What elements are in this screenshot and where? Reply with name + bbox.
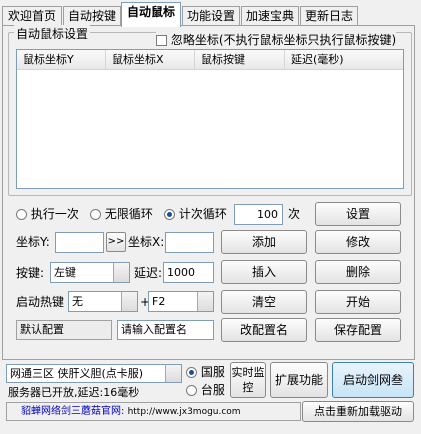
loop-count-input[interactable]: 100 <box>234 204 283 225</box>
loop-once-label: 执行一次 <box>30 207 79 221</box>
loop-once-radio[interactable] <box>16 209 27 220</box>
tab-function-settings[interactable]: 功能设置 <box>182 6 240 26</box>
ignore-coords-checkbox[interactable] <box>156 35 167 46</box>
server-select-value: 网通三区 侠肝义胆(点卡服) <box>10 367 144 380</box>
start-button[interactable]: 开始 <box>315 290 401 314</box>
col-header-x[interactable]: 鼠标坐标X <box>106 50 195 69</box>
hotkey-label: 启动热键 <box>16 295 65 309</box>
group-title: 自动鼠标设置 <box>14 25 91 42</box>
region-tw-radio[interactable] <box>186 385 197 396</box>
col-header-y[interactable]: 鼠标坐标Y <box>17 50 106 69</box>
loop-count-option[interactable]: 计次循环 <box>164 207 227 221</box>
key-select[interactable]: 左键 <box>50 262 130 283</box>
add-button[interactable]: 添加 <box>221 230 307 254</box>
dropdown-arrow-icon[interactable] <box>121 292 137 311</box>
coord-y-label: 坐标Y: <box>16 235 50 249</box>
tab-update-log[interactable]: 更新日志 <box>300 6 358 26</box>
hotkey-modifier-select[interactable]: 无 <box>68 291 138 312</box>
pick-coord-button[interactable]: >> <box>106 232 126 252</box>
region-cn-radio[interactable] <box>186 367 197 378</box>
save-config-button[interactable]: 保存配置 <box>315 318 401 342</box>
loop-count-radio[interactable] <box>164 209 175 220</box>
hotkey-key-select[interactable]: F2 <box>148 291 214 312</box>
default-config-field[interactable]: 默认配置 <box>16 320 112 340</box>
dropdown-arrow-icon[interactable] <box>165 365 181 382</box>
tab-auto-keys[interactable]: 自动按键 <box>63 6 121 26</box>
coord-y-input[interactable] <box>55 232 104 253</box>
footer-text[interactable]: 貂蝉网络剑三蘑菇官网: <box>21 406 124 417</box>
region-cn-option[interactable]: 国服 <box>186 365 225 379</box>
footer-bar: 貂蝉网络剑三蘑菇官网: http://www.jx3mogu.com <box>6 402 301 421</box>
coord-x-label: 坐标X: <box>128 235 165 249</box>
loop-count-unit: 次 <box>288 207 301 221</box>
footer-url[interactable]: http://www.jx3mogu.com <box>128 407 241 417</box>
config-name-input[interactable]: 请输入配置名 <box>117 320 214 340</box>
loop-infinite-radio[interactable] <box>90 209 101 220</box>
key-label: 按键: <box>16 266 45 280</box>
tab-welcome[interactable]: 欢迎首页 <box>2 6 62 26</box>
rename-config-button[interactable]: 改配置名 <box>221 318 307 342</box>
dropdown-arrow-icon[interactable] <box>113 263 129 282</box>
delay-input[interactable]: 1000 <box>163 262 214 283</box>
coord-x-input[interactable] <box>165 232 214 253</box>
app-window: 欢迎首页 自动按键 自动鼠标 功能设置 加速宝典 更新日志 自动鼠标设置 忽略坐… <box>0 0 421 434</box>
server-select[interactable]: 网通三区 侠肝义胆(点卡服) <box>6 364 182 383</box>
dropdown-arrow-icon[interactable] <box>197 292 213 311</box>
loop-infinite-label: 无限循环 <box>104 207 153 221</box>
realtime-monitor-button[interactable]: 实时监控 <box>230 362 266 398</box>
launch-game-button[interactable]: 启动剑网叁 <box>332 362 414 398</box>
table-header: 鼠标坐标Y 鼠标坐标X 鼠标按键 延迟(毫秒) <box>17 50 403 70</box>
hotkey-key-value: F2 <box>152 295 166 308</box>
tab-speed-guide[interactable]: 加速宝典 <box>241 6 299 26</box>
key-select-value: 左键 <box>54 266 76 279</box>
delay-label: 延迟: <box>134 266 163 280</box>
region-tw-option[interactable]: 台服 <box>186 383 225 397</box>
col-header-key[interactable]: 鼠标按键 <box>195 50 285 69</box>
insert-button[interactable]: 插入 <box>221 260 307 284</box>
ignore-coords-option[interactable]: 忽略坐标(不执行鼠标坐标只执行鼠标按键) <box>156 31 397 47</box>
region-cn-label: 国服 <box>200 365 225 379</box>
region-tw-label: 台服 <box>200 383 225 397</box>
settings-button[interactable]: 设置 <box>315 202 401 226</box>
loop-infinite-option[interactable]: 无限循环 <box>90 207 153 221</box>
mouse-action-table[interactable]: 鼠标坐标Y 鼠标坐标X 鼠标按键 延迟(毫秒) <box>16 49 404 189</box>
reload-driver-button[interactable]: 点击重新加载驱动 <box>302 401 414 422</box>
col-header-delay[interactable]: 延迟(毫秒) <box>285 50 403 69</box>
clear-button[interactable]: 清空 <box>221 290 307 314</box>
edit-button[interactable]: 修改 <box>315 230 401 254</box>
ignore-coords-label: 忽略坐标(不执行鼠标坐标只执行鼠标按键) <box>170 33 397 47</box>
loop-count-label: 计次循环 <box>178 207 227 221</box>
hotkey-modifier-value: 无 <box>72 295 83 308</box>
extend-functions-button[interactable]: 扩展功能 <box>270 362 328 398</box>
loop-once-option[interactable]: 执行一次 <box>16 207 79 221</box>
tab-auto-mouse[interactable]: 自动鼠标 <box>121 2 181 27</box>
server-status: 服务器已开放,延迟:16毫秒 <box>8 386 140 399</box>
delete-button[interactable]: 删除 <box>315 260 401 284</box>
